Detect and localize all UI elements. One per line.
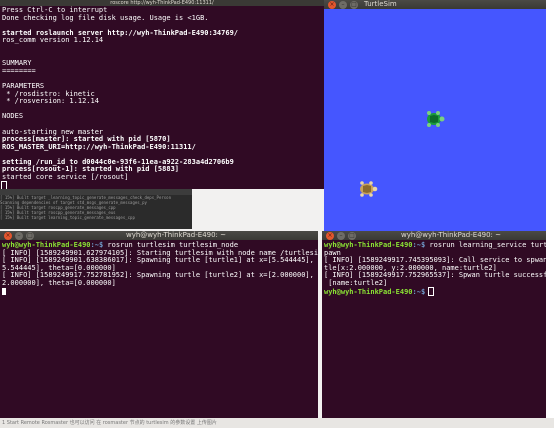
- background-document-text: 1 Start Remote Rosmaster 也可以访问 在 rosmast…: [2, 420, 217, 426]
- roscore-titlebar[interactable]: roscore http://wyh-ThinkPad-E490:11311/: [0, 0, 324, 6]
- bg-line: [ 15%] Built target learning_topic_gener…: [0, 215, 135, 220]
- turtlesim-window[interactable]: × – □ TurtleSim: [324, 0, 546, 231]
- turtlesim-titlebar[interactable]: × – □ TurtleSim: [324, 0, 546, 9]
- terminal-left-minimize-button[interactable]: –: [15, 231, 23, 240]
- background-document-strip: 1 Start Remote Rosmaster 也可以访问 在 rosmast…: [0, 418, 554, 428]
- terminal-left-maximize-button[interactable]: □: [26, 231, 34, 240]
- roscore-terminal-window[interactable]: roscore http://wyh-ThinkPad-E490:11311/ …: [0, 0, 324, 189]
- background-app-strip: [546, 0, 554, 428]
- roscore-output: Press Ctrl-C to interrupt Done checking …: [0, 0, 324, 189]
- terminal-left-title: wyh@wyh-ThinkPad-E490: ~: [125, 231, 227, 239]
- background-terminal-window: [ 15%] Built target _learning_topic_gene…: [0, 189, 192, 229]
- roscore-cursor: [1, 180, 7, 189]
- terminal-right-output: wyh@wyh-ThinkPad-E490:~$ rosrun learning…: [324, 241, 546, 296]
- terminal-right-cursor: [428, 286, 435, 296]
- terminal-right-minimize-button[interactable]: –: [337, 231, 345, 240]
- turtlesim-canvas: [324, 9, 546, 231]
- terminal-right-title: wyh@wyh-ThinkPad-E490: ~: [400, 231, 502, 239]
- terminal-left-titlebar[interactable]: × – □ wyh@wyh-ThinkPad-E490: ~: [0, 231, 318, 240]
- terminal-right-close-button[interactable]: ×: [326, 231, 334, 240]
- terminal-left-close-button[interactable]: ×: [4, 231, 12, 240]
- turtle-canvas-svg: [360, 111, 445, 197]
- terminal-right-maximize-button[interactable]: □: [348, 231, 356, 240]
- turtlesim-maximize-button[interactable]: □: [350, 0, 358, 9]
- turtlesim-close-button[interactable]: ×: [328, 0, 336, 9]
- turtle-spawn-terminal[interactable]: × – □ wyh@wyh-ThinkPad-E490: ~ wyh@wyh-T…: [322, 231, 546, 418]
- terminal-left-output: wyh@wyh-ThinkPad-E490:~$ rosrun turtlesi…: [0, 231, 318, 298]
- turtlesim-node-terminal[interactable]: × – □ wyh@wyh-ThinkPad-E490: ~ wyh@wyh-T…: [0, 231, 318, 418]
- turtle1-icon: [427, 111, 445, 127]
- roscore-window-title: roscore http://wyh-ThinkPad-E490:11311/: [110, 0, 214, 6]
- turtlesim-window-title: TurtleSim: [364, 0, 397, 8]
- terminal-left-cursor: [2, 287, 6, 295]
- turtlesim-minimize-button[interactable]: –: [339, 0, 347, 9]
- terminal-right-titlebar[interactable]: × – □ wyh@wyh-ThinkPad-E490: ~: [322, 231, 546, 240]
- turtle2-icon: [360, 181, 378, 197]
